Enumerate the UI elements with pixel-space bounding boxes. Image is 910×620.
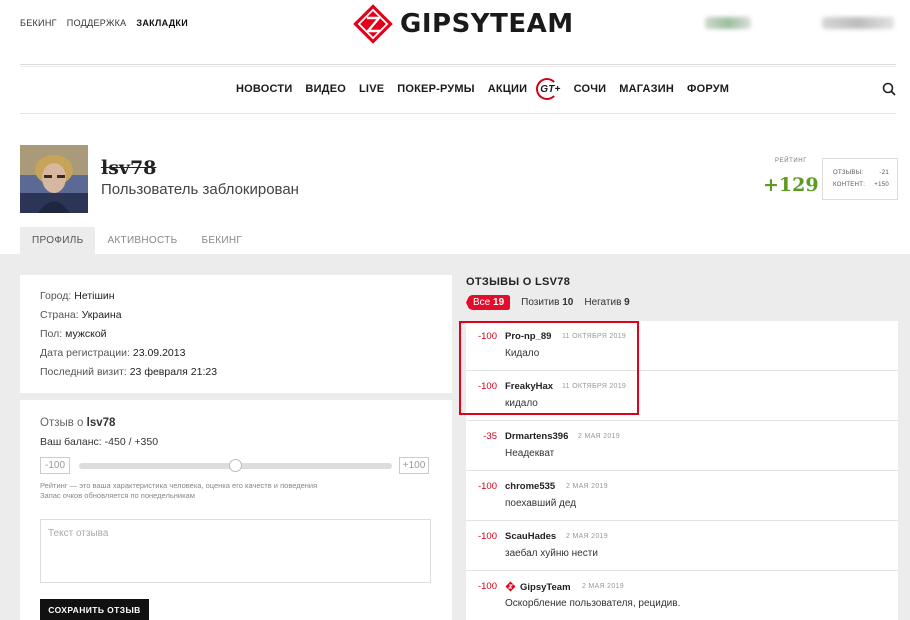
rating-label: Рейтинг xyxy=(775,158,808,164)
reviews-heading: Отзывы о lsv78 xyxy=(466,276,571,288)
reviews-filters: Все 19 Позитив 10 Негатив 9 xyxy=(466,295,630,310)
review-date: 2 мая 2019 xyxy=(582,583,624,590)
nav-poker-rooms[interactable]: ПОКЕР-РУМЫ xyxy=(397,83,474,95)
nav-live[interactable]: LIVE xyxy=(359,83,384,95)
review-form-title: Отзыв о lsv78 xyxy=(40,417,116,429)
gipsyteam-logo-icon xyxy=(353,4,393,44)
review-text: Неадекват xyxy=(505,448,555,459)
nav-gt-plus-icon[interactable]: GT+ xyxy=(536,77,560,100)
review-author[interactable]: chrome535 xyxy=(505,481,555,492)
review-score: -35 xyxy=(483,431,497,442)
brand-name: GIPSYTEAM xyxy=(400,9,574,39)
top-links: Бекинг Поддержка Закладки xyxy=(20,18,188,28)
review-form-card: Отзыв о lsv78 Ваш баланс: -450 / +350 -1… xyxy=(20,400,452,620)
info-last-visit: Последний визит: 23 февраля 21:23 xyxy=(40,366,218,378)
review-item: -100 ScauHades 2 мая 2019 заебал хуйню н… xyxy=(466,521,898,571)
profile-tabs: Профиль Активность Бекинг xyxy=(20,227,254,254)
info-country: Страна: Украина xyxy=(40,309,122,321)
review-text: Оскорбление пользователя, рецидив. xyxy=(505,598,681,609)
review-score: -100 xyxy=(477,531,497,542)
search-icon[interactable] xyxy=(882,82,896,96)
review-author[interactable]: GipsyTeam xyxy=(505,581,571,593)
review-score: -100 xyxy=(477,581,497,592)
review-score: -100 xyxy=(477,481,497,492)
blocked-status: Пользователь заблокирован xyxy=(101,181,299,198)
review-text: заебал хуйню нести xyxy=(505,548,598,559)
divider xyxy=(20,113,896,114)
nav-forum[interactable]: ФОРУМ xyxy=(687,83,729,95)
nav-video[interactable]: ВИДЕО xyxy=(305,83,346,95)
rating-content-row: Контент: +150 xyxy=(833,182,889,188)
tab-backing[interactable]: Бекинг xyxy=(189,227,254,254)
review-balance: Ваш баланс: -450 / +350 xyxy=(40,436,159,448)
rating-breakdown: Отзывы: -21 Контент: +150 xyxy=(822,158,898,200)
rating-slider-handle[interactable] xyxy=(229,459,242,472)
site-logo[interactable]: GIPSYTEAM xyxy=(352,3,574,45)
top-link-support[interactable]: Поддержка xyxy=(67,18,127,28)
slider-min-value: -100 xyxy=(40,457,70,474)
filter-positive[interactable]: Позитив 10 xyxy=(521,297,573,308)
top-link-bookmarks[interactable]: Закладки xyxy=(136,18,188,28)
save-review-button[interactable]: Сохранить отзыв xyxy=(40,599,149,620)
top-bar: Бекинг Поддержка Закладки GIPSYTEAM xyxy=(0,0,910,50)
blurred-user-info xyxy=(705,17,751,29)
content-value: +150 xyxy=(874,182,889,188)
slider-max-value: +100 xyxy=(399,457,429,474)
review-author[interactable]: ScauHades xyxy=(505,531,556,542)
review-item: -100 GipsyTeam 2 мая 2019 Оскорбление по… xyxy=(466,571,898,620)
content-label: Контент: xyxy=(833,182,866,188)
nav-promotions[interactable]: АКЦИИ xyxy=(488,83,528,95)
filter-all[interactable]: Все 19 xyxy=(466,295,511,310)
avatar xyxy=(20,145,88,213)
divider xyxy=(20,66,896,67)
nav-sochi[interactable]: СОЧИ xyxy=(574,83,607,95)
rating-value: +129 xyxy=(763,174,819,196)
tab-activity[interactable]: Активность xyxy=(95,227,189,254)
filter-negative[interactable]: Негатив 9 xyxy=(584,297,629,308)
profile-username: lsv78 xyxy=(101,157,157,179)
main-nav: НОВОСТИ ВИДЕО LIVE ПОКЕР-РУМЫ АКЦИИ GT+ … xyxy=(236,77,729,100)
review-text: поехавший дед xyxy=(505,498,577,509)
divider xyxy=(20,64,896,65)
blurred-user-menu xyxy=(822,17,894,29)
review-author[interactable]: Drmartens396 xyxy=(505,431,568,442)
profile-info-card: Город: Нетішин Страна: Украина Пол: мужс… xyxy=(20,275,452,393)
review-date: 2 мая 2019 xyxy=(566,483,608,490)
info-city: Город: Нетішин xyxy=(40,290,115,302)
avatar-photo xyxy=(20,145,88,213)
tab-profile[interactable]: Профиль xyxy=(20,227,96,254)
review-item: -35 Drmartens396 2 мая 2019 Неадекват xyxy=(466,421,898,471)
info-gender: Пол: мужской xyxy=(40,328,107,340)
reviews-label: Отзывы: xyxy=(833,170,864,176)
reviews-value: -21 xyxy=(879,170,889,176)
nav-shop[interactable]: МАГАЗИН xyxy=(619,83,674,95)
review-date: 2 мая 2019 xyxy=(566,533,608,540)
review-text-input[interactable]: Текст отзыва xyxy=(40,519,431,583)
review-item: -100 chrome535 2 мая 2019 поехавший дед xyxy=(466,471,898,521)
rating-reviews-row: Отзывы: -21 xyxy=(833,170,889,176)
review-hint: Рейтинг — это ваша характеристика челове… xyxy=(40,481,318,500)
highlight-box xyxy=(459,321,639,415)
nav-news[interactable]: НОВОСТИ xyxy=(236,83,292,95)
review-date: 2 мая 2019 xyxy=(578,433,620,440)
top-link-backing[interactable]: Бекинг xyxy=(20,18,57,28)
gipsyteam-small-logo-icon xyxy=(505,581,516,592)
info-registration-date: Дата регистрации: 23.09.2013 xyxy=(40,347,186,359)
